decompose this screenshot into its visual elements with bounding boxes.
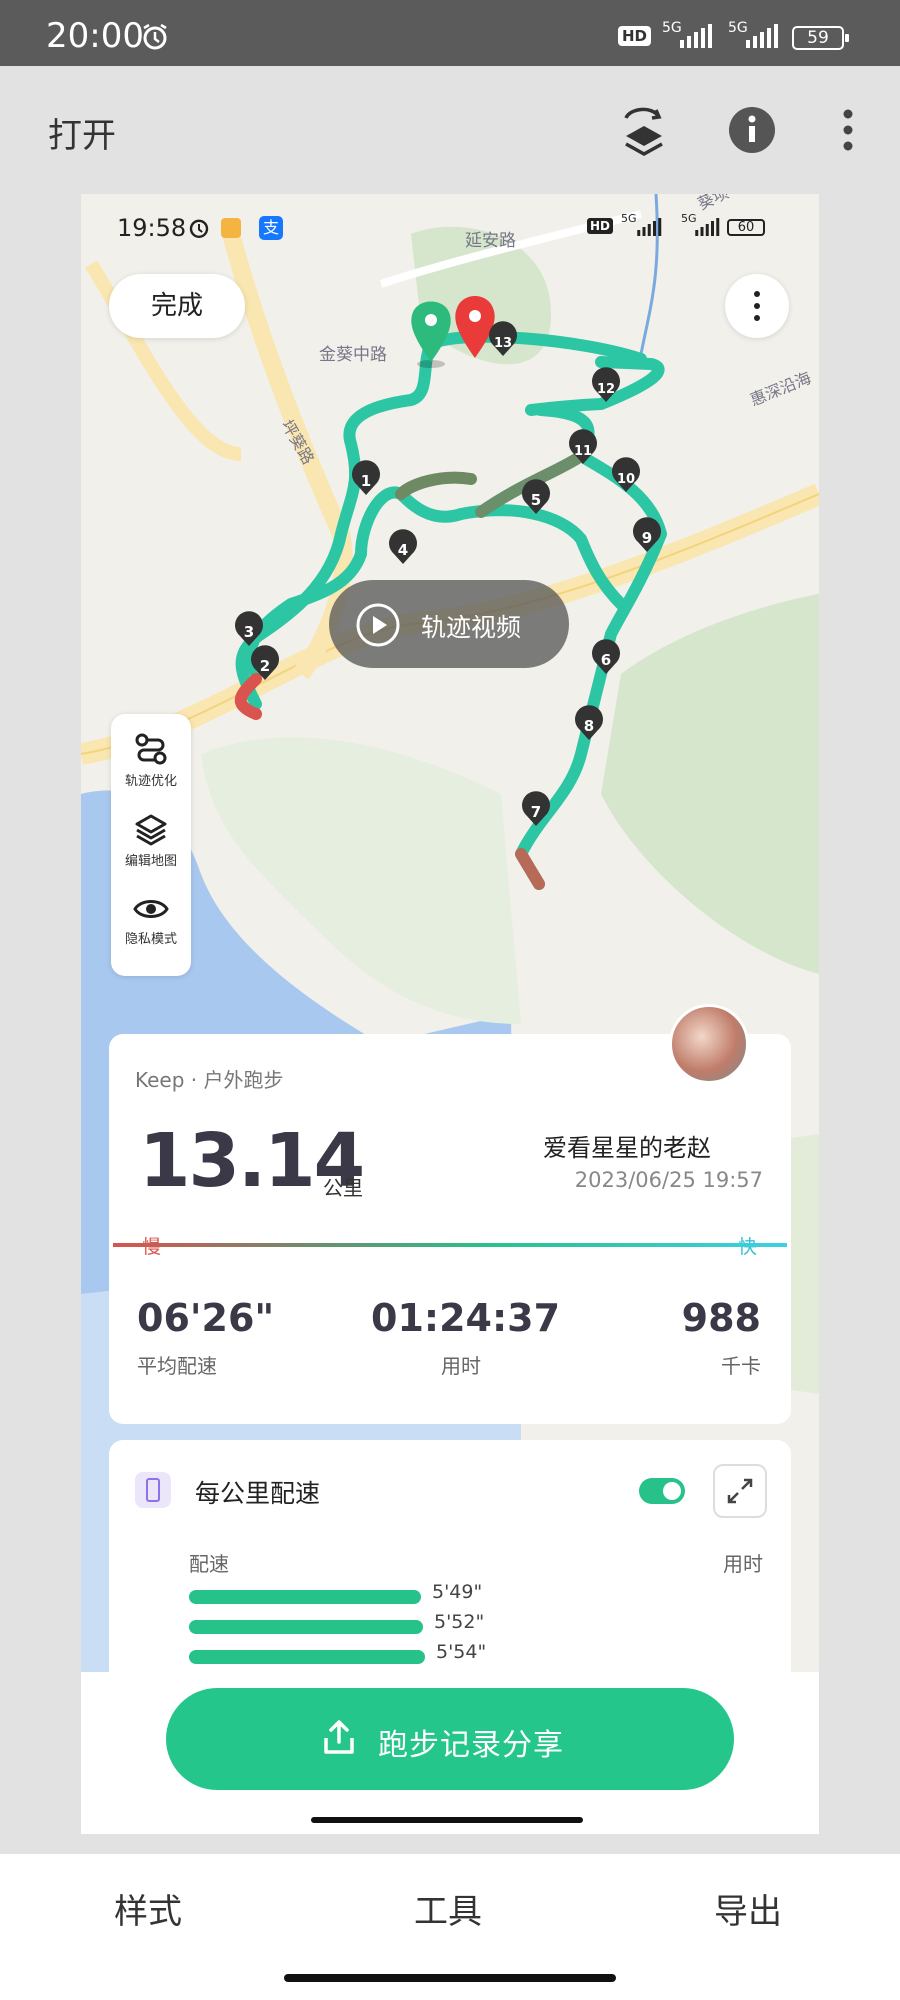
tool-privacy-mode[interactable]: 隐私模式 xyxy=(111,894,191,947)
svg-text:11: 11 xyxy=(574,444,592,459)
layers-icon xyxy=(135,814,167,846)
app-bar: 打开 xyxy=(0,66,900,194)
distance-unit: 公里 xyxy=(323,1176,363,1200)
share-icon xyxy=(324,1720,354,1754)
km-pace-title: 每公里配速 xyxy=(195,1479,321,1508)
svg-text:7: 7 xyxy=(531,803,541,821)
open-button[interactable]: 打开 xyxy=(48,108,116,157)
battery-icon: 59 xyxy=(792,26,849,50)
track-video-label: 轨迹视频 xyxy=(421,613,522,642)
signal-icon-2 xyxy=(746,24,778,48)
svg-text:9: 9 xyxy=(642,529,652,547)
track-video-button[interactable]: 轨迹视频 xyxy=(329,580,569,668)
hd-icon: HD xyxy=(618,26,652,46)
svg-text:6: 6 xyxy=(601,651,611,669)
status-bar: 20:00 HD 5G 5G 59 xyxy=(0,0,900,66)
tool-edit-map[interactable]: 编辑地图 xyxy=(111,812,191,869)
alarm-icon xyxy=(143,23,167,50)
inner-status-time: 19:58 xyxy=(117,214,187,242)
screenshot-preview: 延安路 金葵中路 坪葵路 惠深沿海 葵坝 1 2 3 4 5 6 7 8 9 1… xyxy=(81,194,819,1834)
svg-text:3: 3 xyxy=(244,623,254,641)
tool-track-optimize[interactable]: 轨迹优化 xyxy=(111,732,191,789)
signal-icon xyxy=(680,24,712,48)
pace-bar xyxy=(189,1620,423,1634)
tool-label: 编辑地图 xyxy=(124,854,177,869)
map-more-button[interactable] xyxy=(725,274,789,338)
tab-style[interactable]: 样式 xyxy=(114,1884,182,1933)
share-run-button[interactable]: 跑步记录分享 xyxy=(166,1688,734,1790)
stat-value: 06'26" xyxy=(137,1296,275,1340)
rotate-layers-icon[interactable] xyxy=(618,106,670,160)
stat-label: 平均配速 xyxy=(137,1354,217,1378)
home-indicator xyxy=(284,1974,616,1982)
svg-text:8: 8 xyxy=(584,717,594,735)
stat-avg-pace: 06'26" 平均配速 xyxy=(137,1296,274,1379)
road-label-jinkui: 金葵中路 xyxy=(319,345,387,365)
col-time-header: 用时 xyxy=(723,1552,763,1576)
inner-battery-icon: 60 xyxy=(727,219,765,236)
network-label-2: 5G xyxy=(728,20,748,36)
map-tools-panel: 轨迹优化 编辑地图 隐私模式 xyxy=(111,714,191,976)
tool-label: 轨迹优化 xyxy=(124,774,177,789)
svg-text:10: 10 xyxy=(617,472,635,487)
more-vert-icon[interactable] xyxy=(842,106,854,154)
pace-list-icon xyxy=(135,1472,171,1508)
col-pace-header: 配速 xyxy=(189,1552,229,1576)
km-pace-toggle[interactable] xyxy=(639,1478,685,1504)
svg-text:5: 5 xyxy=(531,491,541,509)
expand-button[interactable] xyxy=(713,1464,767,1518)
inner-status-bar: 19:58 支 HD 5G 5G 60 xyxy=(81,194,819,264)
tab-tools[interactable]: 工具 xyxy=(414,1884,482,1933)
user-name: 爱看星星的老赵 xyxy=(543,1134,711,1162)
user-avatar[interactable] xyxy=(669,1004,749,1084)
stat-label: 用时 xyxy=(441,1354,481,1378)
stat-calories: 988 千卡 xyxy=(682,1296,761,1379)
svg-text:2: 2 xyxy=(260,657,270,675)
run-summary-card: Keep · 户外跑步 13.14 公里 爱看星星的老赵 2023/06/25 … xyxy=(109,1034,791,1424)
signal-icon-2 xyxy=(695,218,720,236)
inner-network-label: 5G xyxy=(621,212,637,225)
svg-text:13: 13 xyxy=(494,336,512,351)
expand-icon xyxy=(727,1478,753,1504)
pace-gradient-bar xyxy=(113,1243,787,1247)
stat-label: 千卡 xyxy=(721,1354,761,1378)
stat-value: 988 xyxy=(681,1296,761,1340)
alipay-icon: 支 xyxy=(259,216,283,240)
hd-icon: HD xyxy=(587,218,614,234)
run-datetime: 2023/06/25 19:57 xyxy=(574,1168,763,1192)
app-notification-icon xyxy=(221,218,241,238)
svg-text:12: 12 xyxy=(597,382,615,397)
play-icon xyxy=(356,603,400,647)
pace-value: 5'49" xyxy=(432,1581,483,1603)
tab-export[interactable]: 导出 xyxy=(714,1884,782,1933)
stat-value: 01:24:37 xyxy=(371,1296,561,1340)
eye-icon xyxy=(133,900,169,918)
done-button[interactable]: 完成 xyxy=(109,274,245,338)
inner-home-indicator xyxy=(311,1817,583,1823)
route-icon xyxy=(135,733,167,765)
share-run-label: 跑步记录分享 xyxy=(378,1728,564,1763)
pace-value: 5'54" xyxy=(436,1641,487,1663)
status-time: 20:00 xyxy=(46,16,144,56)
stat-duration: 01:24:37 用时 xyxy=(371,1296,561,1379)
pace-value: 5'52" xyxy=(434,1611,485,1633)
pace-bar xyxy=(189,1590,421,1604)
network-label: 5G xyxy=(662,20,682,36)
activity-source: Keep · 户外跑步 xyxy=(135,1068,284,1092)
info-icon[interactable] xyxy=(728,106,776,154)
tool-label: 隐私模式 xyxy=(124,932,177,947)
pace-bar xyxy=(189,1650,425,1664)
signal-icon xyxy=(637,218,662,236)
svg-text:4: 4 xyxy=(398,541,408,559)
alarm-icon xyxy=(189,219,209,238)
svg-text:1: 1 xyxy=(361,472,371,490)
